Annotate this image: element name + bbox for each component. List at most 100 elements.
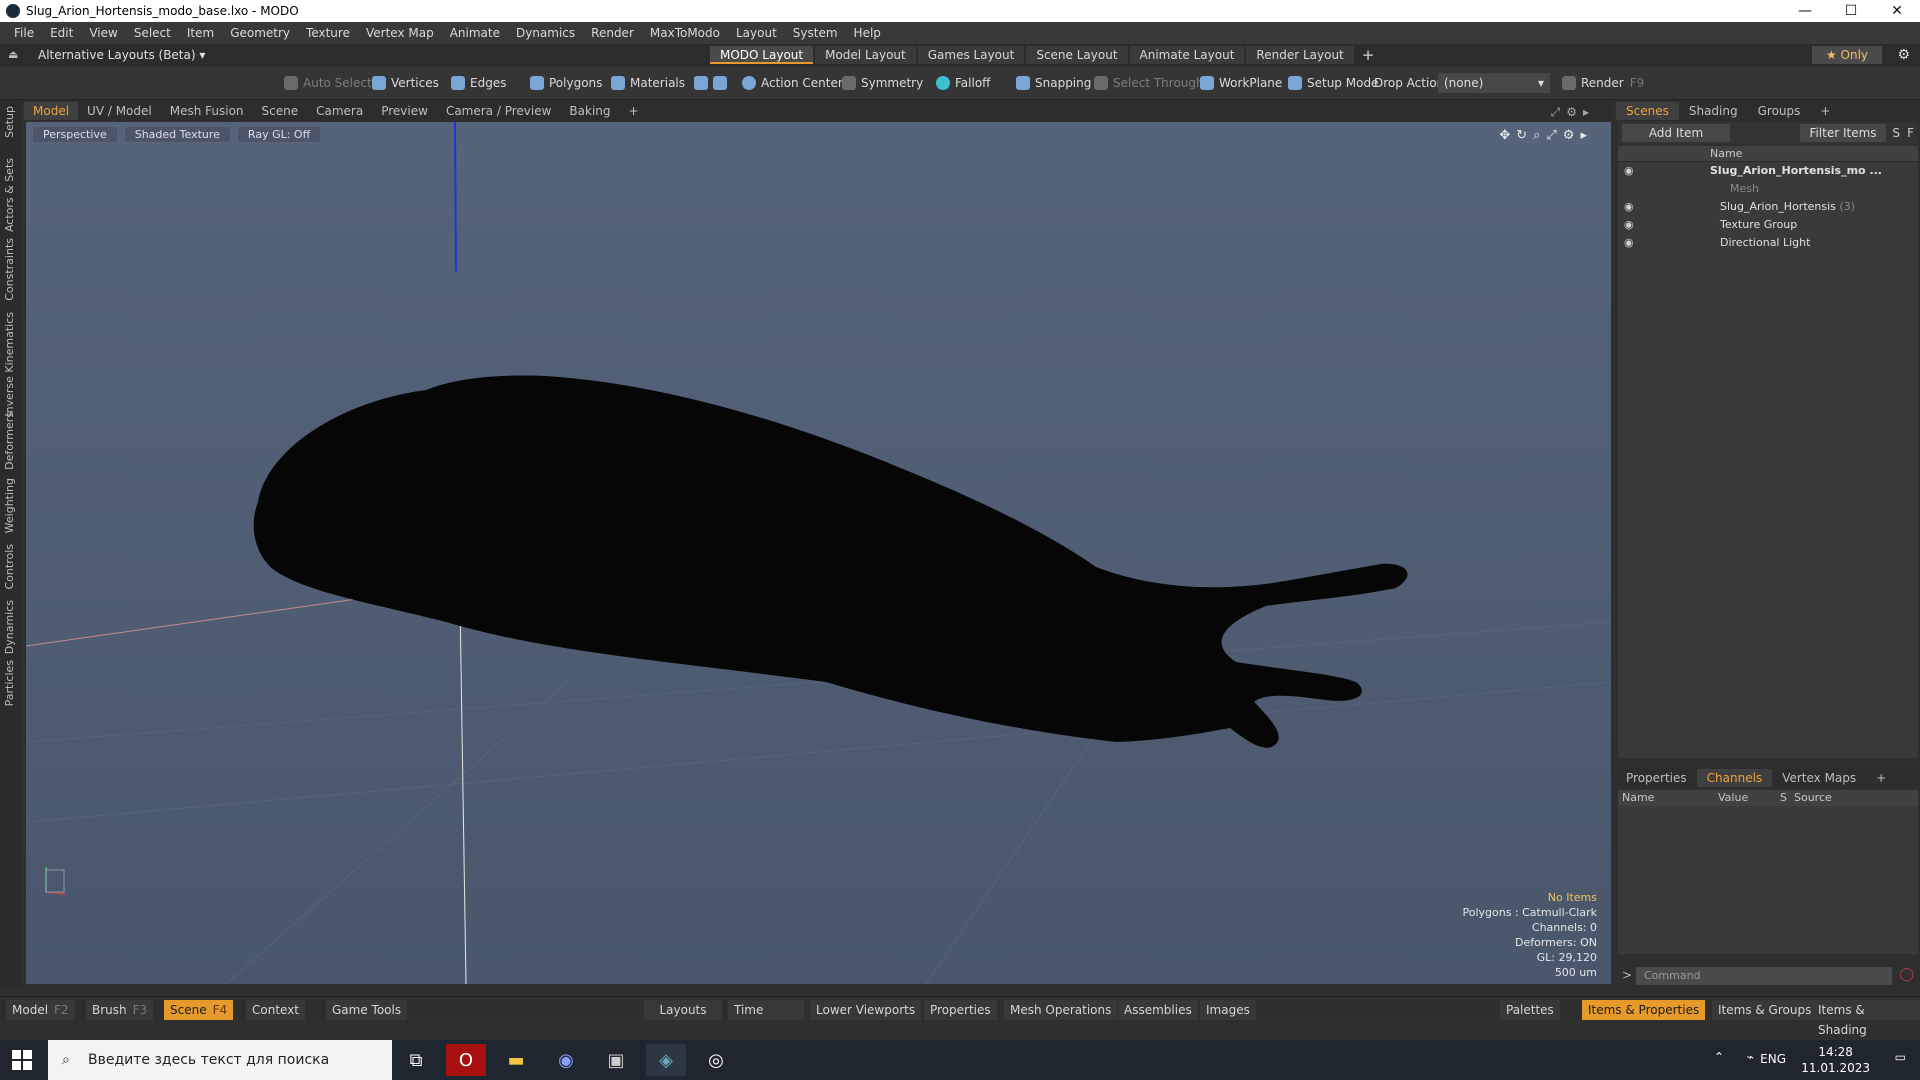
- materials-button[interactable]: Materials: [611, 73, 685, 93]
- add-panel-tab-icon[interactable]: +: [1810, 102, 1840, 120]
- tab-properties[interactable]: Properties: [1616, 769, 1697, 787]
- taskbar-search-input[interactable]: ⌕ Введите здесь текст для поиска: [48, 1040, 392, 1080]
- polygons-button[interactable]: Polygons: [530, 73, 602, 93]
- menu-geometry[interactable]: Geometry: [222, 26, 298, 40]
- channel-value-header[interactable]: Value: [1718, 791, 1748, 804]
- name-column-header[interactable]: Name: [1710, 147, 1742, 160]
- tab-inverse-kinematics[interactable]: Inverse Kinematics: [3, 312, 16, 417]
- dock-images-button[interactable]: Images: [1200, 1000, 1256, 1020]
- dock-properties-button[interactable]: Properties: [924, 1000, 997, 1020]
- perspective-button[interactable]: Perspective: [32, 126, 118, 143]
- tab-scene-layout[interactable]: Scene Layout: [1026, 46, 1128, 64]
- tree-item[interactable]: Mesh: [1618, 180, 1918, 198]
- minimize-button[interactable]: —: [1782, 0, 1828, 22]
- tab-modo-layout[interactable]: MODO Layout: [710, 46, 814, 64]
- dock-mesh-operations-button[interactable]: Mesh Operations: [1004, 1000, 1118, 1020]
- record-icon[interactable]: ◯: [1899, 967, 1914, 982]
- dock-palettes-button[interactable]: Palettes: [1500, 1000, 1560, 1020]
- menu-animate[interactable]: Animate: [442, 26, 508, 40]
- menu-edit[interactable]: Edit: [42, 26, 81, 40]
- dock-items-properties-button[interactable]: Items & Properties: [1582, 1000, 1706, 1020]
- modo-taskbar-icon[interactable]: ◈: [646, 1044, 686, 1076]
- dock-context-button[interactable]: Context: [246, 1000, 306, 1020]
- dock-brush-button[interactable]: Brush F3: [86, 1000, 154, 1020]
- tab-model[interactable]: Model: [24, 102, 79, 120]
- menu-file[interactable]: File: [6, 26, 42, 40]
- menu-help[interactable]: Help: [846, 26, 889, 40]
- tab-camera[interactable]: Camera: [307, 102, 372, 120]
- tab-controls[interactable]: Controls: [3, 544, 16, 590]
- tab-render-layout[interactable]: Render Layout: [1246, 46, 1354, 64]
- vertices-button[interactable]: Vertices: [372, 73, 439, 93]
- tab-uv-model[interactable]: UV / Model: [78, 102, 161, 120]
- 3d-viewport[interactable]: Perspective Shaded Texture Ray GL: Off ✥…: [26, 122, 1611, 984]
- discord-icon[interactable]: ◉: [546, 1044, 586, 1076]
- add-item-button[interactable]: Add Item: [1622, 124, 1730, 142]
- collapse-icon[interactable]: ⏏: [8, 48, 20, 61]
- menu-layout[interactable]: Layout: [728, 26, 785, 40]
- clock[interactable]: 14:28 11.01.2023: [1801, 1044, 1870, 1076]
- selection-sets-button[interactable]: [694, 73, 732, 93]
- tab-scenes[interactable]: Scenes: [1616, 102, 1679, 120]
- alternative-layouts-dropdown[interactable]: Alternative Layouts (Beta) ▾: [38, 48, 205, 62]
- tab-vertex-maps[interactable]: Vertex Maps: [1772, 769, 1866, 787]
- render-button[interactable]: Render F9: [1562, 73, 1644, 93]
- tab-setup[interactable]: Setup: [3, 106, 16, 138]
- menu-system[interactable]: System: [785, 26, 846, 40]
- edges-button[interactable]: Edges: [451, 73, 506, 93]
- tab-weighting[interactable]: Weighting: [3, 478, 16, 533]
- snapping-button[interactable]: Snapping: [1016, 73, 1091, 93]
- close-button[interactable]: ✕: [1874, 0, 1920, 22]
- notifications-icon[interactable]: ▭: [1895, 1050, 1906, 1064]
- menu-item[interactable]: Item: [179, 26, 222, 40]
- channel-name-header[interactable]: Name: [1622, 791, 1654, 804]
- select-through-button[interactable]: Select Through: [1094, 73, 1204, 93]
- language-indicator[interactable]: ENG: [1760, 1052, 1786, 1066]
- tab-deformers[interactable]: Deformers: [3, 412, 16, 470]
- setup-mode-button[interactable]: Setup Mode: [1288, 73, 1378, 93]
- tree-item[interactable]: ◉ Slug_Arion_Hortensis_mo ...: [1618, 162, 1918, 180]
- filter-items-button[interactable]: Filter Items: [1800, 124, 1886, 142]
- channel-s-header[interactable]: S: [1780, 791, 1787, 804]
- eye-icon[interactable]: ◉: [1624, 216, 1634, 234]
- tab-camera-preview[interactable]: Camera / Preview: [437, 102, 560, 120]
- maximize-button[interactable]: ☐: [1828, 0, 1874, 22]
- app-window-icon[interactable]: ▣: [596, 1044, 636, 1076]
- tray-chevron-icon[interactable]: ⌃: [1714, 1050, 1724, 1064]
- symmetry-button[interactable]: Symmetry: [842, 73, 923, 93]
- dock-model-button[interactable]: Model F2: [6, 1000, 75, 1020]
- menu-view[interactable]: View: [81, 26, 125, 40]
- menu-select[interactable]: Select: [126, 26, 179, 40]
- channel-source-header[interactable]: Source: [1794, 791, 1832, 804]
- network-icon[interactable]: ⌁: [1747, 1050, 1754, 1064]
- dock-items-shading-button[interactable]: Items & Shading: [1812, 1000, 1920, 1037]
- tab-games-layout[interactable]: Games Layout: [917, 46, 1025, 64]
- tab-mesh-fusion[interactable]: Mesh Fusion: [161, 102, 253, 120]
- eye-icon[interactable]: ◉: [1624, 162, 1634, 180]
- menu-texture[interactable]: Texture: [298, 26, 358, 40]
- ray-gl-button[interactable]: Ray GL: Off: [236, 126, 322, 143]
- dock-time-button[interactable]: Time: [728, 1000, 804, 1020]
- dock-items-groups-button[interactable]: Items & Groups: [1712, 1000, 1818, 1020]
- tab-actors-sets[interactable]: Actors & Sets: [3, 158, 16, 232]
- tab-dynamics[interactable]: Dynamics: [3, 600, 16, 654]
- file-explorer-icon[interactable]: ▬: [496, 1044, 536, 1076]
- tree-item[interactable]: ◉ Directional Light: [1618, 234, 1918, 252]
- tab-groups[interactable]: Groups: [1748, 102, 1811, 120]
- auto-select-button[interactable]: Auto Select: [284, 73, 372, 93]
- shading-mode-button[interactable]: Shaded Texture: [123, 126, 231, 143]
- tree-item[interactable]: ◉ Slug_Arion_Hortensis (3): [1618, 198, 1918, 216]
- menu-vertex-map[interactable]: Vertex Map: [358, 26, 442, 40]
- tree-item[interactable]: ◉ Texture Group: [1618, 216, 1918, 234]
- tab-scene[interactable]: Scene: [253, 102, 308, 120]
- tab-particles[interactable]: Particles: [3, 660, 16, 706]
- task-view-icon[interactable]: ⧉: [396, 1044, 436, 1076]
- tab-model-layout[interactable]: Model Layout: [815, 46, 916, 64]
- workplane-button[interactable]: WorkPlane: [1200, 73, 1282, 93]
- command-input[interactable]: Command: [1636, 967, 1892, 985]
- tab-preview[interactable]: Preview: [372, 102, 437, 120]
- eye-icon[interactable]: ◉: [1624, 234, 1634, 252]
- menu-render[interactable]: Render: [583, 26, 642, 40]
- tab-baking[interactable]: Baking: [560, 102, 619, 120]
- windows-start-icon[interactable]: [12, 1050, 32, 1070]
